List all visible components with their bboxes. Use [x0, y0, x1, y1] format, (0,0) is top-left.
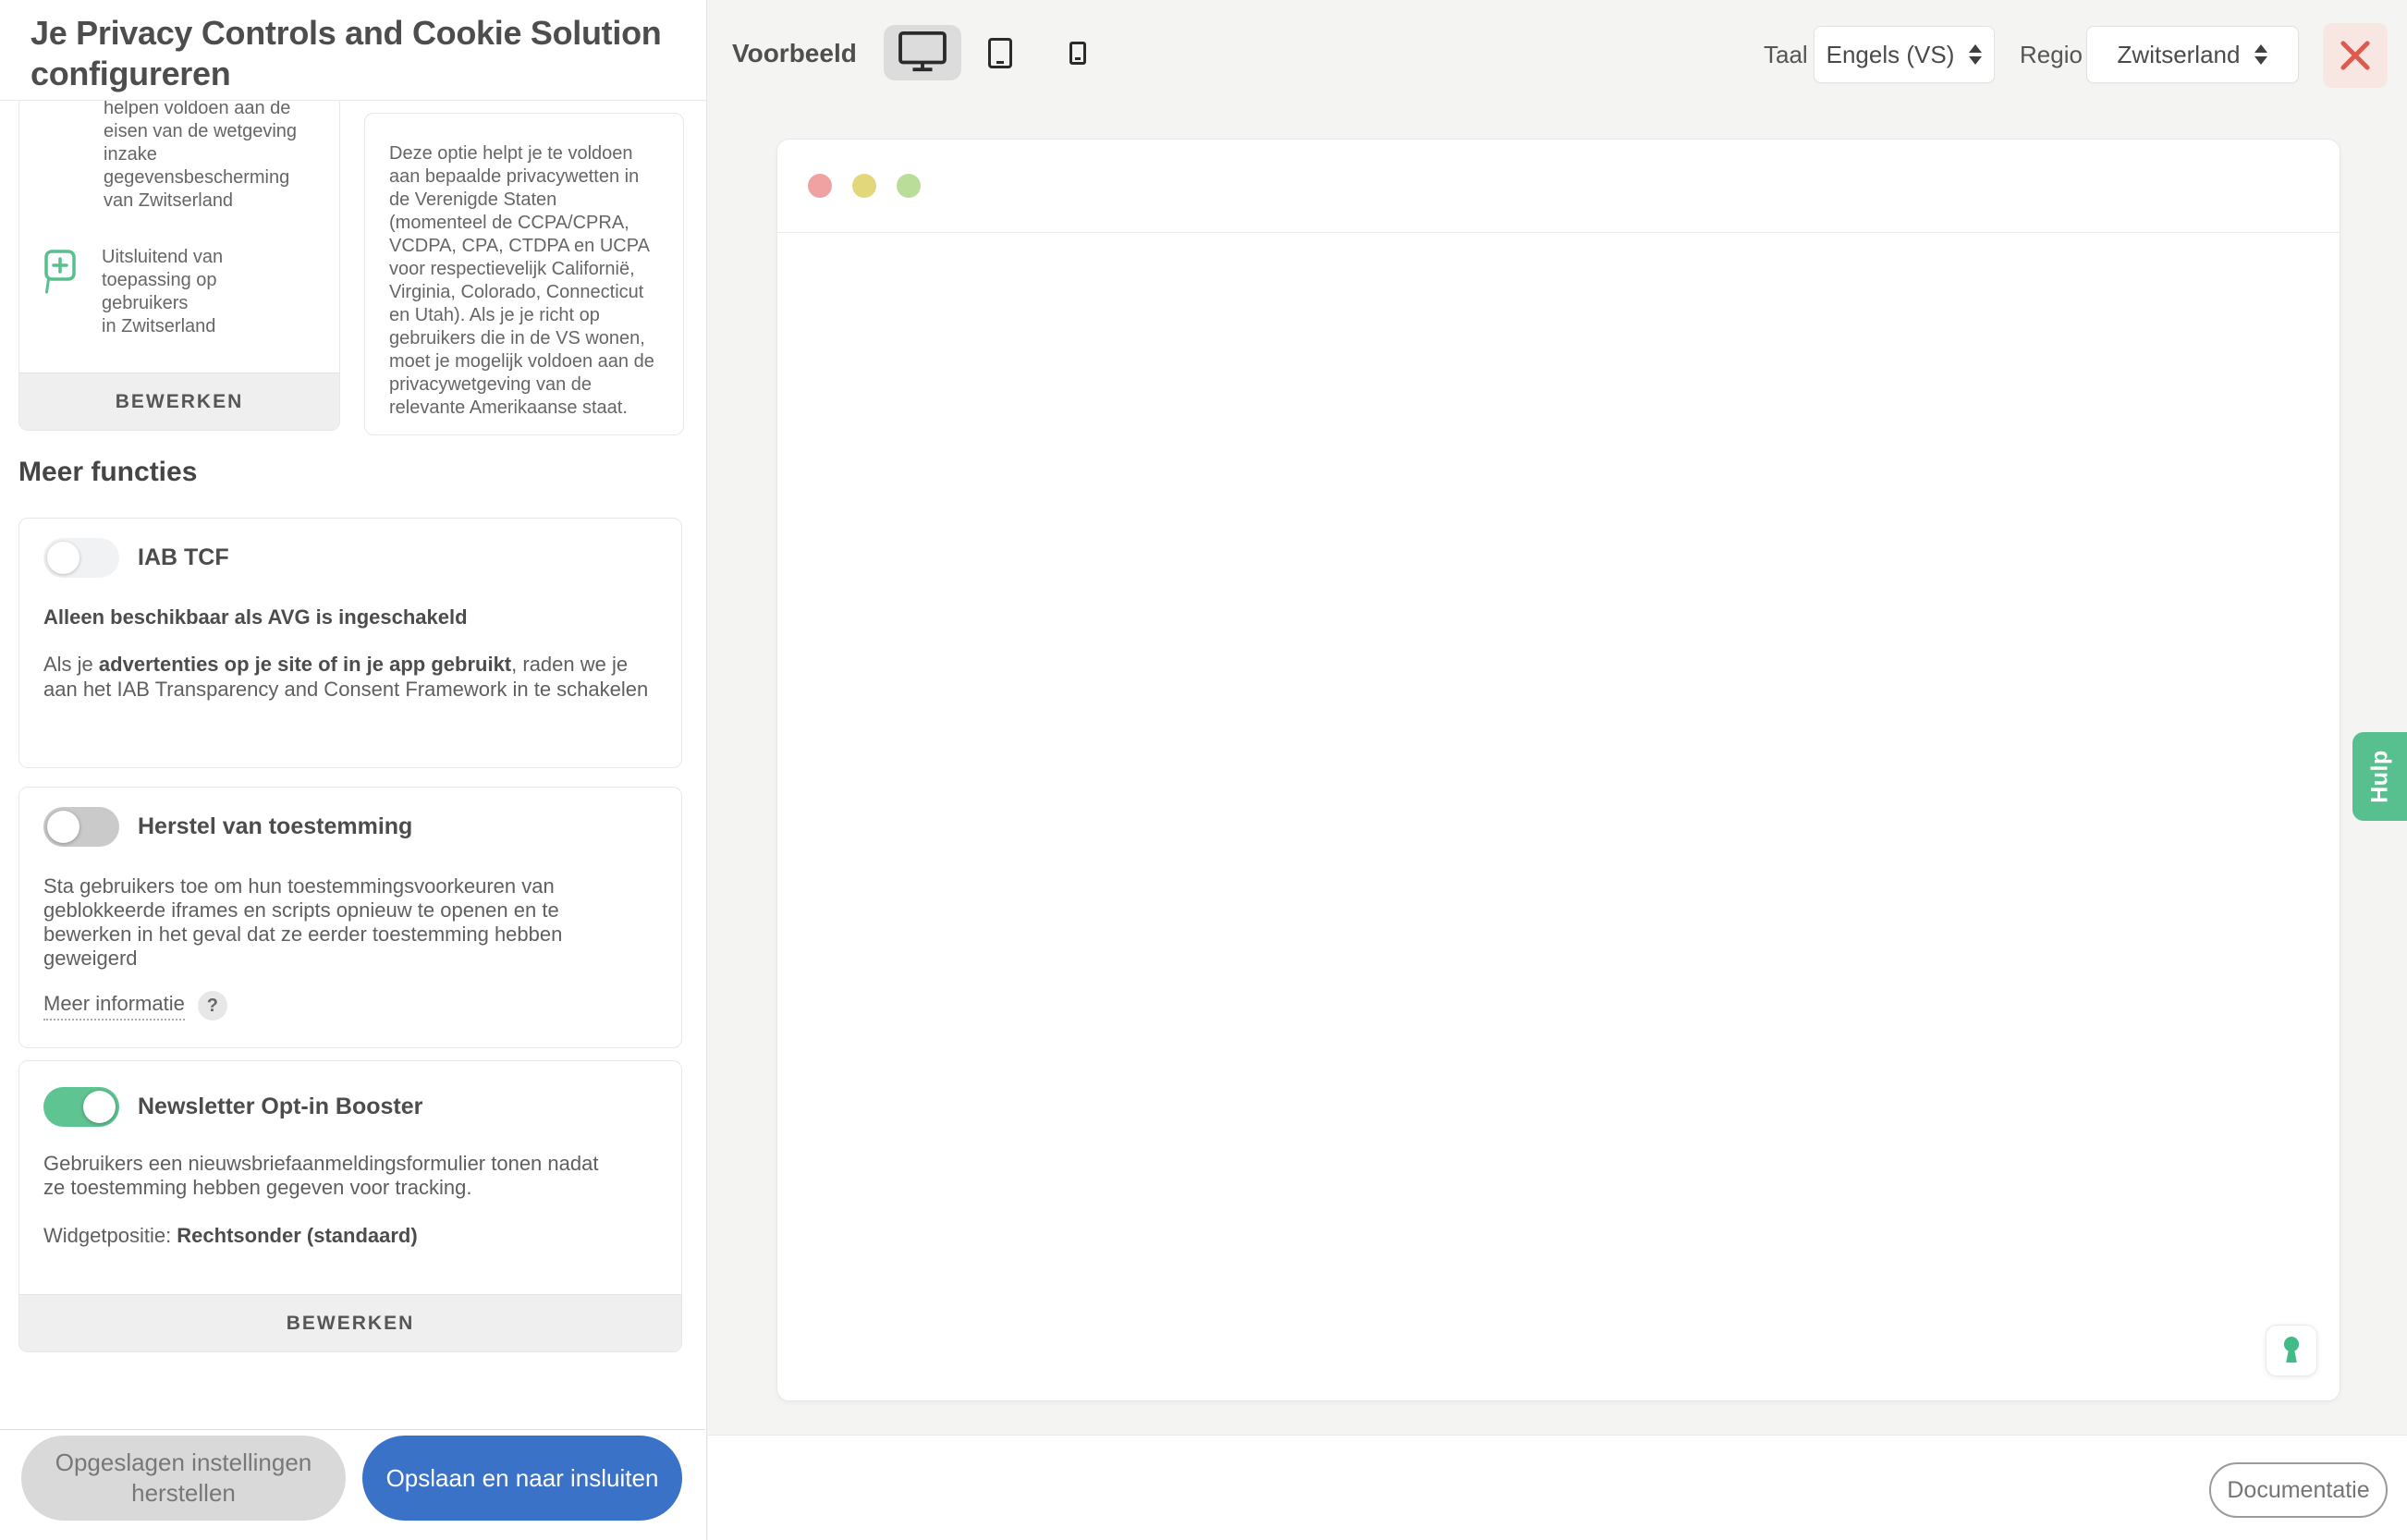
browser-titlebar [777, 140, 2340, 233]
toggle-knob [47, 811, 79, 843]
panel-header: Je Privacy Controls and Cookie Solution … [0, 0, 706, 101]
device-tab-tablet[interactable] [971, 25, 1030, 80]
consent-recovery-toggle-row: Herstel van toestemming [43, 807, 681, 847]
close-button[interactable] [2323, 23, 2388, 88]
swiss-privacy-card: helpen voldoen aan de eisen van de wetge… [18, 101, 340, 431]
consent-recovery-title: Herstel van toestemming [138, 813, 412, 840]
iab-desc-prefix: Als je [43, 653, 99, 676]
help-tab[interactable]: Hulp [2352, 732, 2407, 821]
language-label: Taal [1764, 41, 1808, 69]
toggle-knob [83, 1091, 116, 1123]
keyhole-icon [2278, 1335, 2305, 1367]
swiss-edit-button[interactable]: BEWERKEN [19, 373, 339, 430]
privacy-widget-button[interactable] [2266, 1325, 2317, 1376]
panel-footer: Opgeslagen instellingen herstellen Opsla… [0, 1429, 705, 1540]
preview-label: Voorbeeld [732, 39, 857, 68]
language-select-value: Engels (VS) [1827, 41, 1955, 69]
region-select-value: Zwitserland [2118, 41, 2241, 69]
iab-desc-bold: advertenties op je site of in je app geb… [99, 653, 511, 676]
restore-settings-button[interactable]: Opgeslagen instellingen herstellen [21, 1436, 346, 1521]
toggle-knob [47, 542, 79, 574]
window-dot-yellow-icon [852, 174, 876, 198]
iab-tcf-description: Als je advertenties op je site of in je … [43, 652, 655, 702]
newsletter-booster-card: Newsletter Opt-in Booster Gebruikers een… [18, 1060, 682, 1352]
flag-plus-icon [42, 249, 73, 338]
device-tab-desktop[interactable] [884, 25, 961, 80]
chevron-updown-icon [2254, 44, 2267, 65]
question-mark-icon[interactable]: ? [198, 991, 227, 1021]
iab-tcf-toggle-row: IAB TCF [43, 538, 681, 578]
monitor-icon [898, 31, 947, 76]
preview-footer: Documentatie [708, 1435, 2407, 1540]
window-dot-red-icon [808, 174, 832, 198]
browser-preview-window [776, 139, 2340, 1401]
close-icon [2323, 23, 2388, 88]
consent-recovery-description: Sta gebruikers toe om hun toestemmingsvo… [43, 874, 583, 971]
privacy-controls-configurator: Je Privacy Controls and Cookie Solution … [0, 0, 2407, 1540]
newsletter-description: Gebruikers een nieuwsbriefaanmeldingsfor… [43, 1152, 600, 1200]
iab-tcf-availability-note: Alleen beschikbaar als AVG is ingeschake… [43, 605, 655, 629]
widget-position-line: Widgetpositie: Rechtsonder (standaard) [43, 1224, 655, 1248]
save-and-embed-button[interactable]: Opslaan en naar insluiten [362, 1436, 682, 1521]
iab-tcf-card: IAB TCF Alleen beschikbaar als AVG is in… [18, 518, 682, 768]
swiss-scope-row: Uitsluitend van toepassing op gebruikers… [42, 246, 321, 338]
newsletter-toggle[interactable] [43, 1087, 119, 1127]
chevron-updown-icon [1969, 44, 1982, 65]
help-tab-label: Hulp [2366, 750, 2393, 803]
widget-position-label: Widgetpositie: [43, 1224, 177, 1247]
newsletter-title: Newsletter Opt-in Booster [138, 1094, 422, 1120]
us-privacy-card: Deze optie helpt je te voldoen aan bepaa… [364, 113, 684, 435]
swiss-card-description: helpen voldoen aan de eisen van de wetge… [104, 101, 305, 213]
iab-tcf-toggle[interactable] [43, 538, 119, 578]
tablet-icon [988, 38, 1012, 68]
page-title: Je Privacy Controls and Cookie Solution … [31, 13, 669, 94]
region-label: Regio [2020, 41, 2083, 69]
device-tab-mobile[interactable] [1048, 25, 1107, 80]
window-dot-green-icon [897, 174, 921, 198]
newsletter-edit-button[interactable]: BEWERKEN [19, 1294, 681, 1351]
documentation-button[interactable]: Documentatie [2209, 1462, 2388, 1518]
swiss-scope-note: Uitsluitend van toepassing op gebruikers… [102, 246, 303, 338]
iab-tcf-title: IAB TCF [138, 544, 229, 571]
preview-pane: Voorbeeld Taal Engels (VS) Regio Zwitser… [708, 0, 2407, 1540]
more-features-heading: Meer functies [18, 457, 197, 488]
consent-recovery-toggle[interactable] [43, 807, 119, 847]
region-select[interactable]: Zwitserland [2086, 26, 2299, 83]
consent-recovery-card: Herstel van toestemming Sta gebruikers t… [18, 787, 682, 1048]
newsletter-toggle-row: Newsletter Opt-in Booster [43, 1087, 681, 1127]
mobile-icon [1069, 42, 1086, 65]
more-info-link[interactable]: Meer informatie [43, 992, 185, 1021]
language-select[interactable]: Engels (VS) [1814, 26, 1995, 83]
widget-position-value: Rechtsonder (standaard) [177, 1224, 417, 1247]
settings-scroll-area[interactable]: helpen voldoen aan de eisen van de wetge… [0, 101, 705, 1429]
us-card-description: Deze optie helpt je te voldoen aan bepaa… [389, 142, 666, 420]
settings-panel: Je Privacy Controls and Cookie Solution … [0, 0, 707, 1540]
more-info-row: Meer informatie ? [43, 991, 681, 1021]
